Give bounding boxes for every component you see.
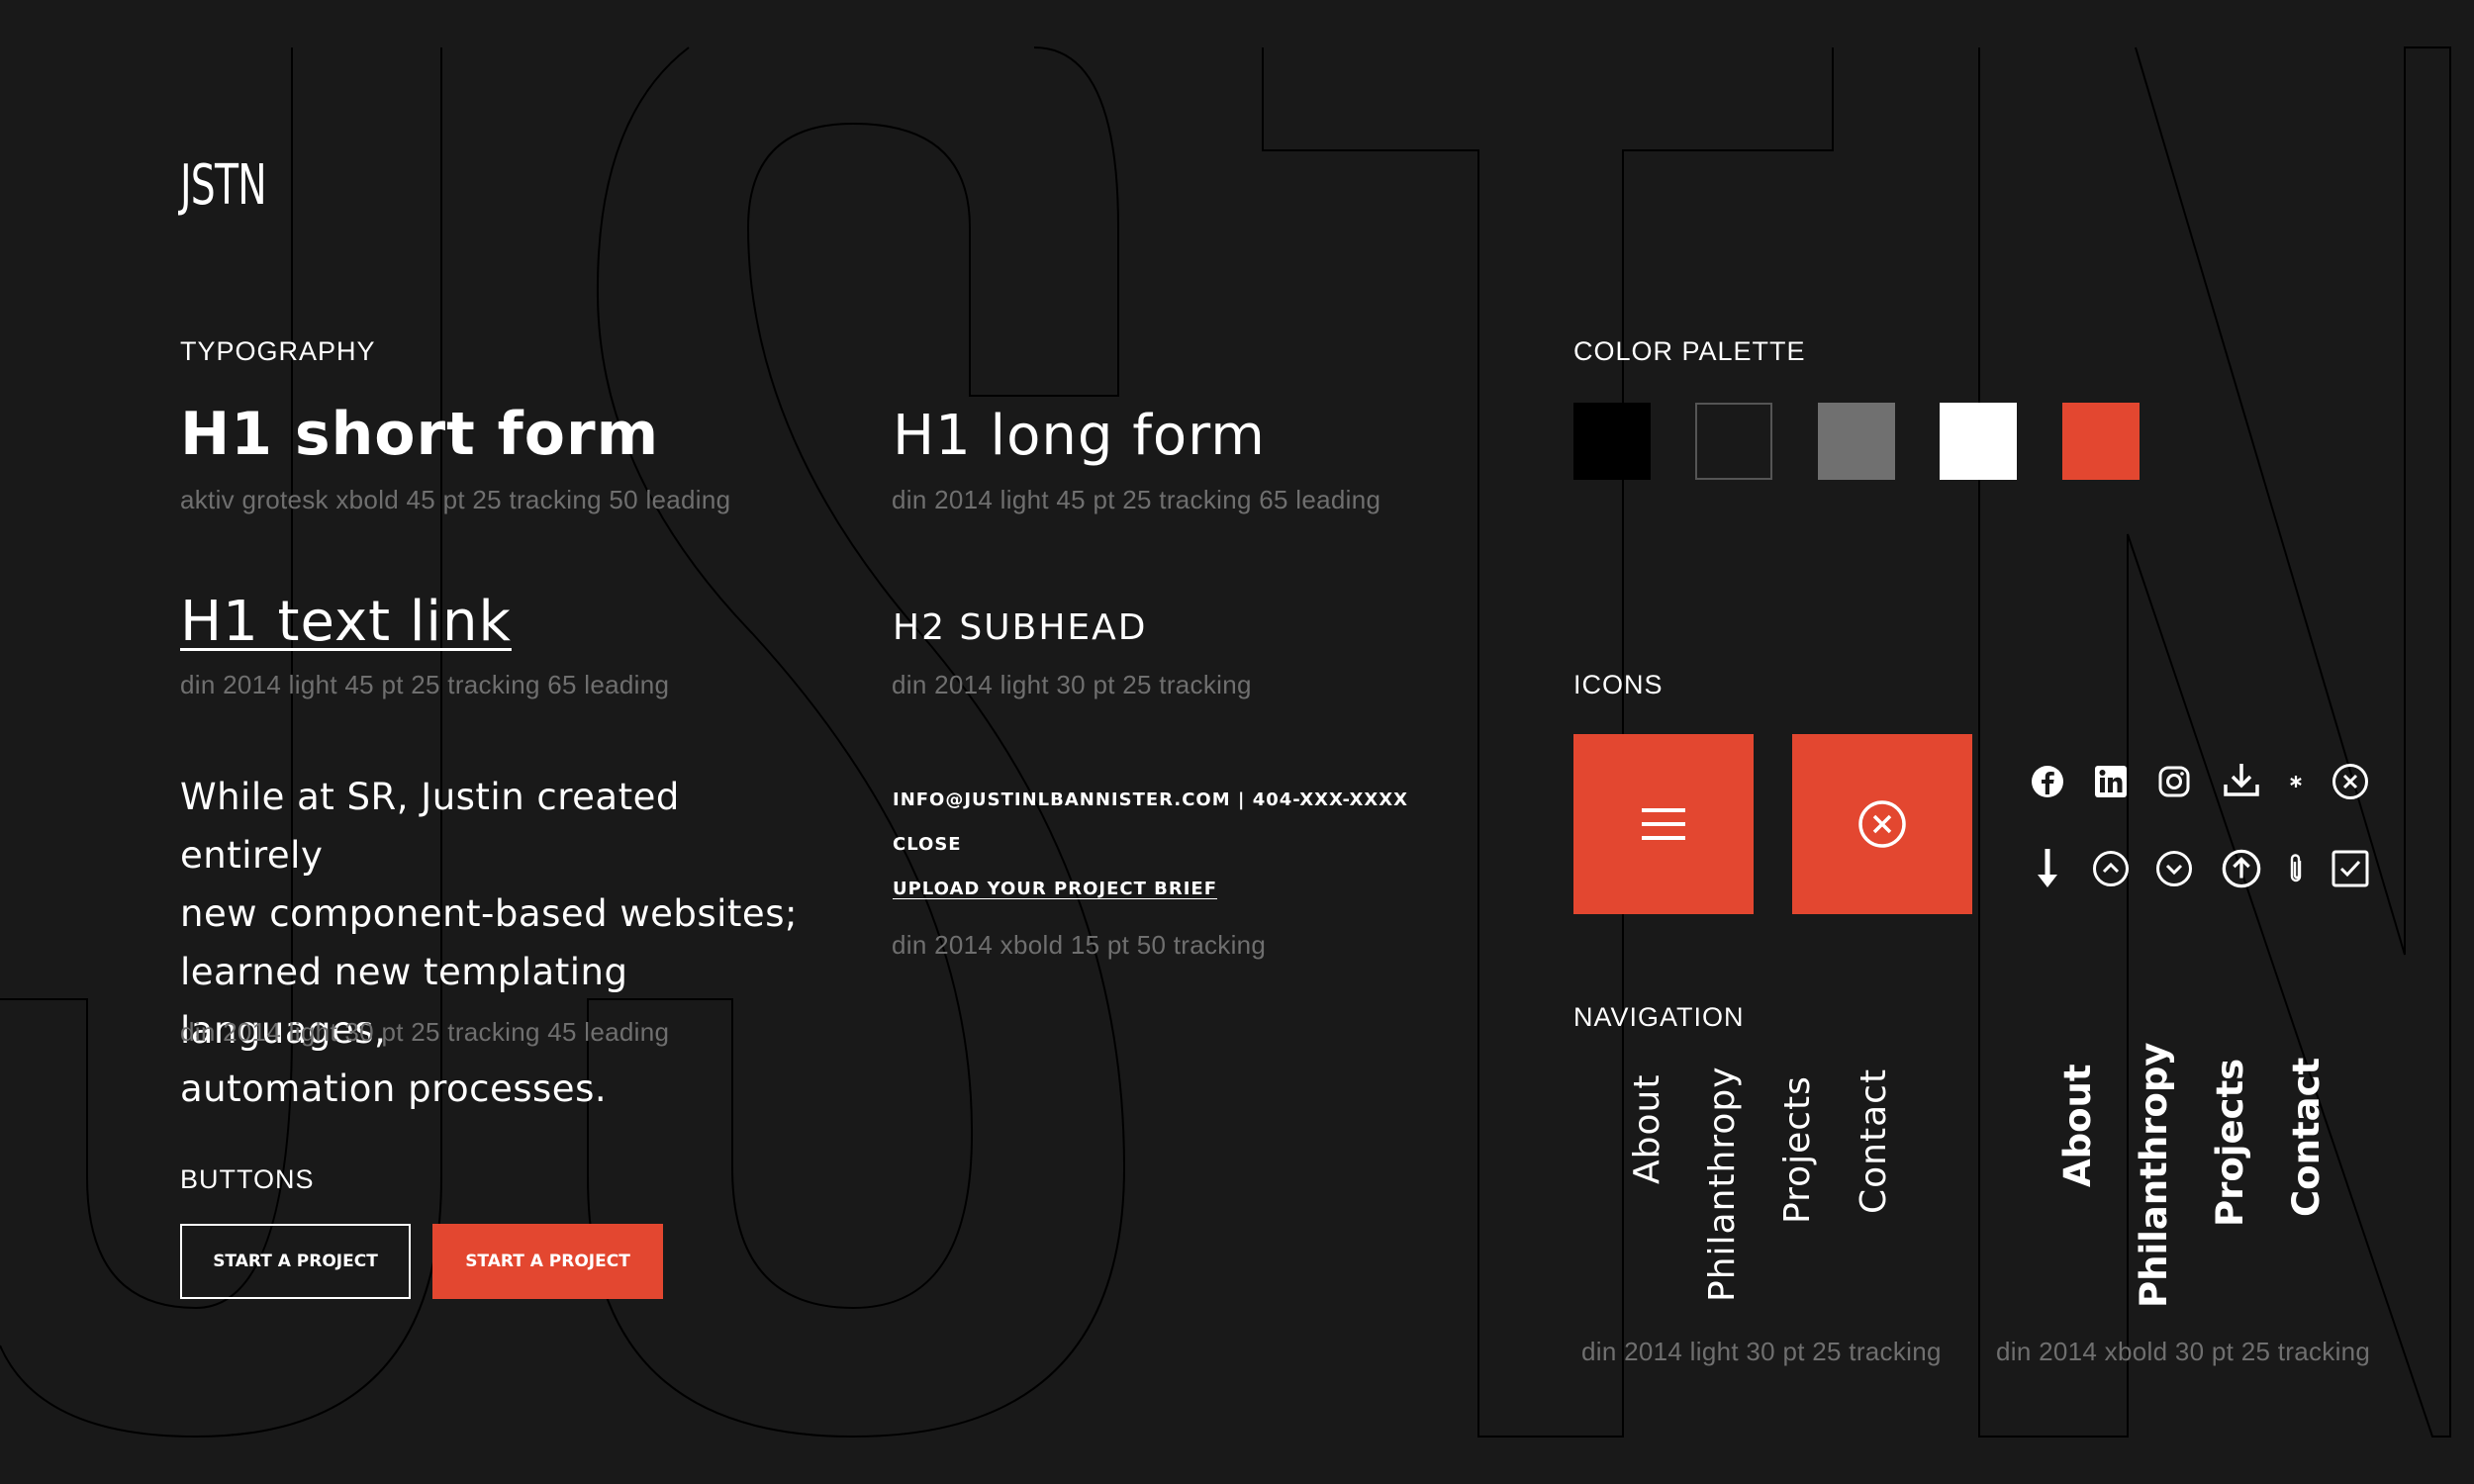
h1-long-form-sample: H1 long form (893, 404, 1266, 468)
nav-item-projects-light[interactable]: Projects (1777, 1075, 1818, 1224)
h1-link-spec: din 2014 light 45 pt 25 tracking 65 lead… (180, 670, 670, 699)
swatch-mid-gray (1818, 403, 1895, 480)
nav-item-about-bold[interactable]: About (2056, 1064, 2099, 1187)
paperclip-icon[interactable] (2276, 849, 2316, 888)
linkedin-icon[interactable] (2091, 762, 2131, 801)
nav-bold-spec: din 2014 xbold 30 pt 25 tracking (1996, 1337, 2371, 1366)
body-spec: din 2014 light 30 pt 25 tracking 45 lead… (180, 1017, 670, 1047)
typography-section-label: TYPOGRAPHY (180, 336, 376, 366)
nav-item-contact-light[interactable]: Contact (1854, 1068, 1894, 1214)
arrow-down-icon[interactable] (2028, 849, 2067, 888)
nav-item-about-light[interactable]: About (1627, 1074, 1667, 1184)
h2-subhead-sample: H2 SUBHEAD (893, 607, 1148, 648)
nav-light-spec: din 2014 light 30 pt 25 tracking (1581, 1337, 1942, 1366)
swatch-white (1940, 403, 2017, 480)
swatch-accent-red (2062, 403, 2140, 480)
logo[interactable]: JSTN (180, 153, 267, 218)
start-project-solid-button[interactable]: START A PROJECT (432, 1224, 663, 1299)
contact-line[interactable]: INFO@JUSTINLBANNISTER.COM | 404-XXX-XXXX (893, 789, 1408, 810)
facebook-icon[interactable] (2028, 762, 2067, 801)
hamburger-menu-tile[interactable] (1573, 734, 1754, 914)
close-tile[interactable] (1792, 734, 1972, 914)
small-bold-spec: din 2014 xbold 15 pt 50 tracking (892, 930, 1267, 960)
checkbox-icon[interactable] (2331, 849, 2370, 888)
body-line: automation processes. (180, 1067, 608, 1110)
navigation-section-label: NAVIGATION (1573, 1002, 1745, 1032)
swatch-black (1573, 403, 1651, 480)
chevron-down-circle-icon[interactable] (2154, 849, 2194, 888)
download-icon[interactable] (2222, 760, 2261, 799)
color-palette-section-label: COLOR PALETTE (1573, 336, 1806, 366)
h2-spec: din 2014 light 30 pt 25 tracking (892, 670, 1252, 699)
nav-item-philanthropy-light[interactable]: Philanthropy (1702, 1066, 1743, 1302)
close-label[interactable]: CLOSE (893, 834, 962, 855)
nav-item-projects-bold[interactable]: Projects (2209, 1059, 2251, 1227)
chevron-up-circle-icon[interactable] (2091, 849, 2131, 888)
close-circle-icon (1858, 800, 1906, 848)
instagram-icon[interactable] (2154, 762, 2194, 801)
asterisk-icon[interactable] (2276, 762, 2316, 801)
body-line: While at SR, Justin created entirely (180, 776, 680, 877)
h1-short-spec: aktiv grotesk xbold 45 pt 25 tracking 50… (180, 485, 731, 514)
arrow-up-circle-icon[interactable] (2222, 849, 2261, 888)
hamburger-menu-icon (1642, 808, 1685, 840)
start-project-outline-button[interactable]: START A PROJECT (180, 1224, 411, 1299)
h1-long-spec: din 2014 light 45 pt 25 tracking 65 lead… (892, 485, 1381, 514)
upload-brief-link[interactable]: UPLOAD YOUR PROJECT BRIEF (893, 879, 1217, 899)
h1-short-form-sample: H1 short form (180, 400, 660, 469)
swatch-dark-gray (1695, 403, 1772, 480)
body-line: new component-based websites; (180, 892, 798, 935)
h1-text-link-sample[interactable]: H1 text link (180, 590, 512, 654)
nav-item-contact-bold[interactable]: Contact (2285, 1058, 2328, 1217)
outline-letter-s (587, 46, 1126, 1438)
nav-item-philanthropy-bold[interactable]: Philanthropy (2133, 1043, 2175, 1308)
buttons-section-label: BUTTONS (180, 1164, 315, 1194)
icons-section-label: ICONS (1573, 670, 1664, 699)
body-paragraph-sample: While at SR, Justin created entirely new… (180, 768, 813, 1118)
close-circle-icon[interactable] (2331, 762, 2370, 801)
outline-letter-n (1978, 46, 2451, 1438)
